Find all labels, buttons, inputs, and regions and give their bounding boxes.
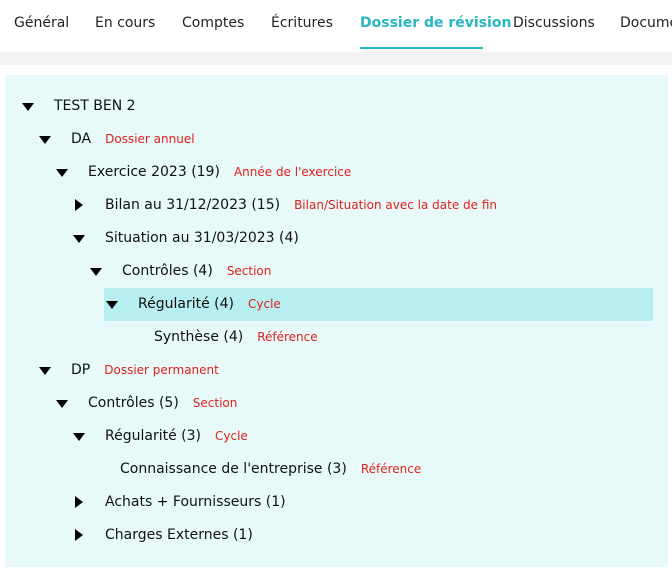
tree-node-charges: Charges Externes (1) [71, 523, 253, 547]
tree-node-label[interactable]: DP [71, 358, 90, 382]
separator-bar [0, 52, 672, 65]
collapse-toggle-icon[interactable] [71, 226, 87, 250]
collapse-toggle-icon[interactable] [88, 259, 104, 283]
tree-node-label[interactable]: Synthèse (4) [154, 325, 243, 349]
tree-node-label[interactable]: Contrôles (4) [122, 259, 213, 283]
annotation-note: Section [226, 264, 272, 278]
tree-node-regularite-da: Régularité (4) Cycle [104, 288, 653, 321]
collapse-toggle-icon[interactable] [104, 288, 120, 321]
collapse-toggle-icon[interactable] [37, 358, 53, 382]
tree-node-situation: Situation au 31/03/2023 (4) [71, 226, 299, 250]
collapse-toggle-icon[interactable] [20, 94, 36, 118]
tree-node-root: TEST BEN 2 [20, 94, 136, 118]
tree-node-connaissance: Connaissance de l'entreprise (3) Référenc… [120, 457, 421, 481]
tab-comptes[interactable]: Comptes [182, 15, 244, 31]
tree-node-regularite-dp: Régularité (3) Cycle [71, 424, 248, 448]
revision-tree-panel: TEST BEN 2 DA Dossier annuel Exercice 202… [5, 75, 668, 567]
tree-node-label[interactable]: Contrôles (5) [88, 391, 179, 415]
collapse-toggle-icon[interactable] [37, 127, 53, 151]
tab-dossier-de-revision[interactable]: Dossier de révision [360, 15, 511, 31]
expand-toggle-icon[interactable] [71, 490, 87, 514]
collapse-toggle-icon[interactable] [71, 424, 87, 448]
tab-documents[interactable]: Docume [620, 15, 672, 31]
tree-node-label[interactable]: TEST BEN 2 [54, 94, 136, 118]
tree-node-label[interactable]: Situation au 31/03/2023 (4) [105, 226, 299, 250]
annotation-note: Bilan/Situation avec la date de fin [294, 198, 497, 212]
tree-node-label[interactable]: Achats + Fournisseurs (1) [105, 490, 286, 514]
tree-node-label[interactable]: DA [71, 127, 91, 151]
expand-toggle-icon[interactable] [71, 193, 87, 217]
expand-toggle-icon[interactable] [71, 523, 87, 547]
tab-ecritures[interactable]: Écritures [271, 15, 333, 31]
tab-general[interactable]: Général [14, 15, 69, 31]
active-tab-indicator [360, 47, 483, 49]
tree-node-dp: DP Dossier permanent [37, 358, 219, 382]
tree-node-bilan: Bilan au 31/12/2023 (15) Bilan/Situation … [71, 193, 497, 217]
tree-node-da: DA Dossier annuel [37, 127, 195, 151]
tree-node-synthese: Synthèse (4) Référence [154, 325, 318, 349]
annotation-note: Référence [257, 330, 318, 344]
tree-node-label[interactable]: Bilan au 31/12/2023 (15) [105, 193, 280, 217]
annotation-note: Cycle [247, 297, 281, 311]
tree-node-achats: Achats + Fournisseurs (1) [71, 490, 286, 514]
tree-node-label[interactable]: Connaissance de l'entreprise (3) [120, 457, 347, 481]
collapse-toggle-icon[interactable] [54, 160, 70, 184]
annotation-note: Section [192, 396, 238, 410]
tree-node-label[interactable]: Régularité (3) [105, 424, 201, 448]
annotation-note: Année de l'exercice [233, 165, 352, 179]
collapse-toggle-icon[interactable] [54, 391, 70, 415]
annotation-note: Référence [360, 462, 422, 476]
tab-discussions[interactable]: Discussions [513, 15, 595, 31]
tree-node-label[interactable]: Exercice 2023 (19) [88, 160, 220, 184]
annotation-note: Dossier annuel [105, 132, 195, 146]
tree-node-label[interactable]: Régularité (4) [138, 288, 234, 321]
annotation-note: Cycle [214, 429, 248, 443]
tree-node-controles-dp: Contrôles (5) Section [54, 391, 237, 415]
tab-bar: Général En cours Comptes Écritures Dossi… [0, 0, 672, 52]
annotation-note: Dossier permanent [104, 363, 219, 377]
tree-node-exercice: Exercice 2023 (19) Année de l'exercice [54, 160, 351, 184]
tab-en-cours[interactable]: En cours [95, 15, 155, 31]
tree-node-label[interactable]: Charges Externes (1) [105, 523, 253, 547]
tree-node-controles-da: Contrôles (4) Section [88, 259, 271, 283]
